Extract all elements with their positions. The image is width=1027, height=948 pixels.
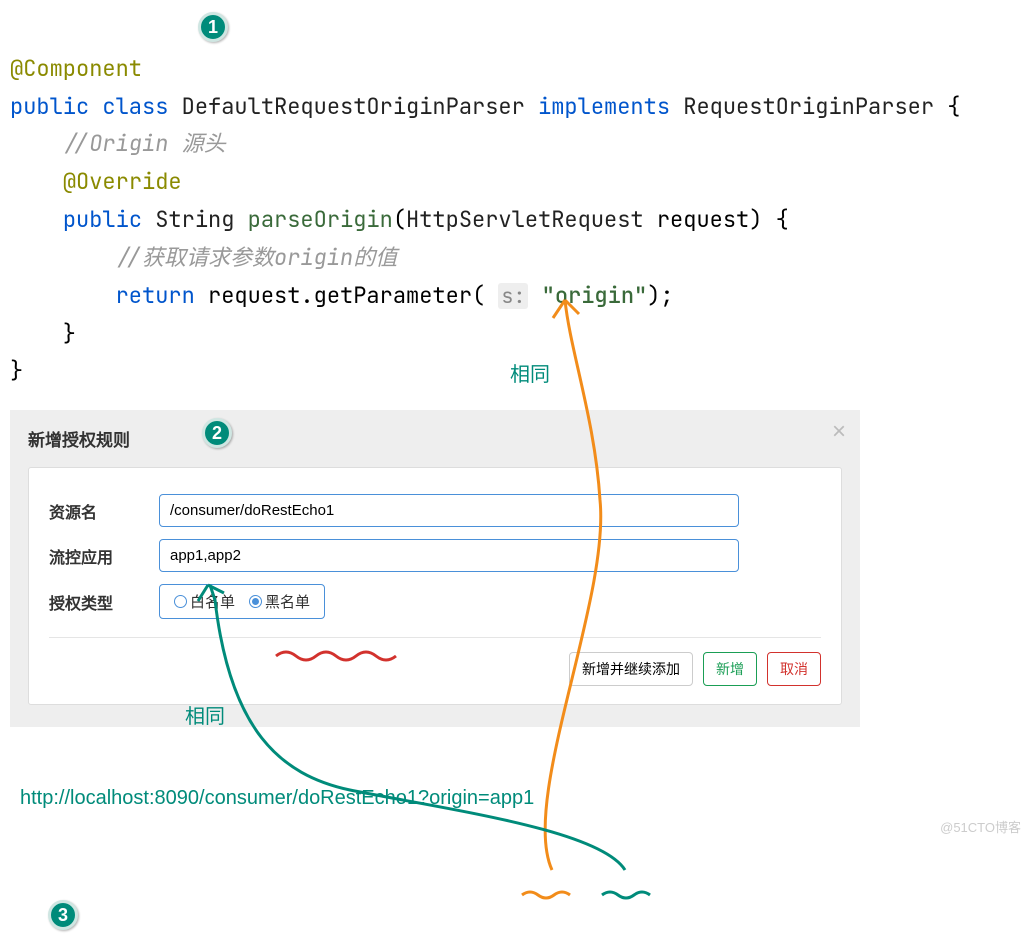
url-text: http://localhost:8090/consumer/doRestEch… xyxy=(20,787,1017,810)
comment-origin: //Origin 源头 xyxy=(63,129,226,158)
dialog-panel: 资源名 流控应用 授权类型 白名单 黑名单 新增并继续添加 新增 取 xyxy=(28,467,842,705)
label-app: 流控应用 xyxy=(49,544,159,568)
btn-add-continue[interactable]: 新增并继续添加 xyxy=(569,652,693,686)
orange-squiggle-icon xyxy=(522,892,570,898)
kw-public: public xyxy=(10,92,89,121)
auth-rule-dialog: 2 × 新增授权规则 资源名 流控应用 授权类型 白名单 黑名单 xyxy=(10,410,860,727)
call-expr: request.getParameter( xyxy=(208,281,485,310)
class-name: DefaultRequestOriginParser xyxy=(182,92,525,121)
kw-implements: implements xyxy=(538,92,670,121)
teal-squiggle-icon xyxy=(602,892,650,898)
close-icon[interactable]: × xyxy=(832,418,846,446)
annotation-same-2: 相同 xyxy=(185,700,225,729)
param-type: HttpServletRequest xyxy=(406,205,644,234)
radio-whitelist[interactable]: 白名单 xyxy=(174,591,235,612)
label-type: 授权类型 xyxy=(49,590,159,614)
btn-cancel[interactable]: 取消 xyxy=(767,652,821,686)
call-tail: ); xyxy=(647,281,673,310)
code-block: @Component public class DefaultRequestOr… xyxy=(10,12,1017,390)
input-app[interactable] xyxy=(159,539,739,572)
param-hint: s: xyxy=(498,283,528,309)
btn-add[interactable]: 新增 xyxy=(703,652,757,686)
row-type: 授权类型 白名单 黑名单 xyxy=(49,584,821,619)
kw-return: return xyxy=(116,281,195,310)
dialog-title: 新增授权规则 xyxy=(28,426,842,451)
radio-group-auth-type: 白名单 黑名单 xyxy=(159,584,325,619)
annotation-same-1: 相同 xyxy=(510,358,550,387)
badge-3: 3 xyxy=(48,900,78,930)
iface-name: RequestOriginParser xyxy=(683,92,934,121)
watermark: @51CTO博客 xyxy=(940,817,1021,836)
dialog-footer: 新增并继续添加 新增 取消 xyxy=(49,637,821,686)
method-name: parseOrigin xyxy=(248,205,393,234)
kw-class: class xyxy=(102,92,168,121)
kw-public2: public xyxy=(63,205,142,234)
label-resource: 资源名 xyxy=(49,499,159,523)
annotation-override: @Override xyxy=(63,167,182,196)
radio-blacklist[interactable]: 黑名单 xyxy=(249,591,310,612)
input-resource[interactable] xyxy=(159,494,739,527)
radio-icon-checked xyxy=(249,595,262,608)
row-resource: 资源名 xyxy=(49,494,821,527)
param-name: request xyxy=(657,205,749,234)
annotation-component: @Component xyxy=(10,54,142,83)
string-origin: "origin" xyxy=(542,281,648,310)
row-app: 流控应用 xyxy=(49,539,821,572)
brace-open: { xyxy=(947,92,960,121)
ret-type: String xyxy=(155,205,234,234)
radio-blacklist-label: 黑名单 xyxy=(265,591,310,612)
comment-get: //获取请求参数origin的值 xyxy=(116,243,398,272)
badge-1: 1 xyxy=(198,12,228,42)
radio-icon xyxy=(174,595,187,608)
radio-whitelist-label: 白名单 xyxy=(190,591,235,612)
